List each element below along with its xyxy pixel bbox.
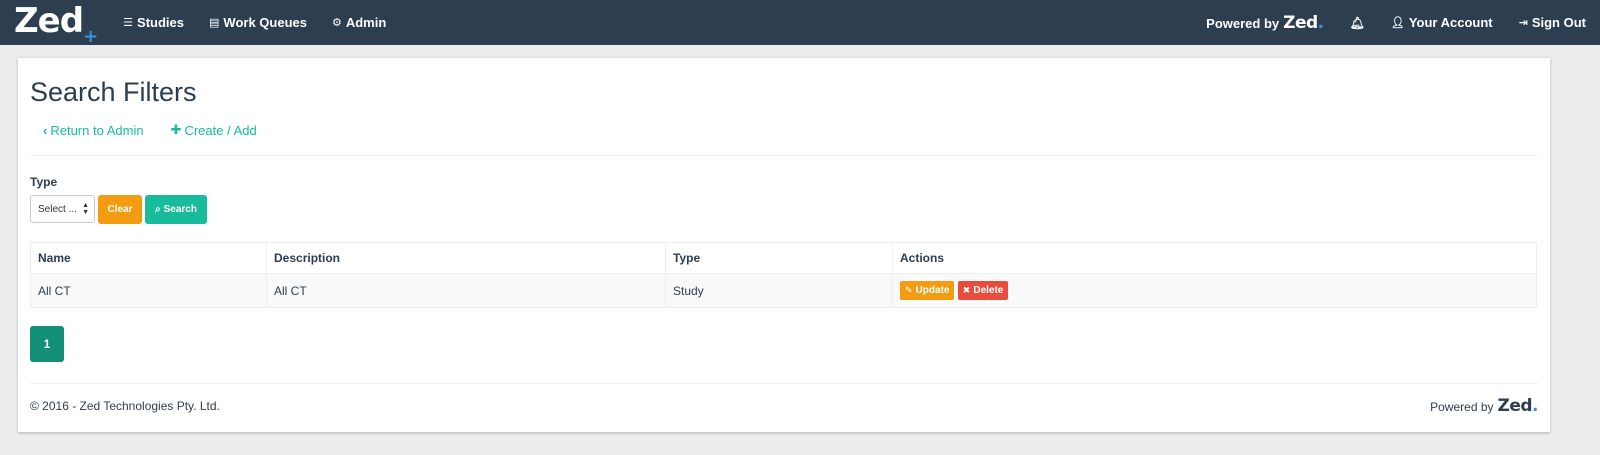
zed-logo[interactable]: Zed + [14,0,98,46]
create-link-label: Create / Add [184,122,257,138]
cell-description: All CT [266,273,666,308]
nav-studies-label: Studies [137,15,184,30]
top-navbar: Zed + ☰ Studies ▤ Work Queues ⚙ Admin Pow… [0,0,1600,45]
search-icon: ⌕ [155,204,161,215]
footer-powered-by: Powered by Zed. [1430,396,1538,416]
pencil-icon: ✎ [905,285,913,295]
footer-zed-brand: Zed [1497,396,1533,416]
nav-admin[interactable]: ⚙ Admin [332,15,386,30]
delete-button[interactable]: ✖ Delete [957,281,1009,300]
filter-bar: Select ... ▲ ▼ Clear ⌕ Search [30,195,1538,224]
pagination-page-1[interactable]: 1 [30,326,64,362]
type-select[interactable]: Select ... ▲ ▼ [30,195,95,223]
logo-plus: + [83,25,98,47]
select-arrows-icon: ▲ ▼ [82,202,89,216]
bell-icon: 🔔︎ [1349,15,1365,30]
nav-work-queues-label: Work Queues [223,15,307,30]
delete-label: Delete [973,285,1004,296]
plus-icon: ✚ [170,122,182,137]
table-header-row: Name Description Type Actions [30,242,1537,274]
col-actions-header: Actions [892,242,1537,274]
copyright-text: © 2016 - Zed Technologies Pty. Ltd. [30,399,220,413]
nav-signout-label: Sign Out [1531,15,1586,30]
type-select-value: Select ... [38,203,77,215]
logo-text: Zed [14,0,84,41]
footer: © 2016 - Zed Technologies Pty. Ltd. Powe… [30,384,1538,428]
col-description-header: Description [266,242,666,274]
powered-by-label: Powered by [1206,15,1280,31]
table-row: All CT All CT Study ✎ Update ✖ Delete [30,273,1537,308]
powered-by-brand: Zed [1283,12,1318,33]
search-button-label: Search [163,204,197,215]
nav-work-queues[interactable]: ▤ Work Queues [209,15,307,30]
footer-powered-label: Powered by [1430,400,1494,414]
search-button[interactable]: ⌕ Search [145,195,207,224]
col-type-header: Type [665,242,893,274]
col-name-header: Name [30,242,267,274]
user-icon: 👤︎ [1390,17,1405,29]
update-label: Update [915,285,950,296]
list-icon: ☰ [123,17,134,29]
return-link-label: Return to Admin [50,122,144,138]
cogs-icon: ⚙ [331,17,342,29]
create-add-link[interactable]: ✚ Create / Add [171,121,257,139]
chevron-left-icon: ‹ [43,122,48,138]
filters-table: Name Description Type Actions All CT All… [30,242,1537,308]
cell-type: Study [665,273,893,308]
notifications-bell[interactable]: 🔔︎ [1350,16,1365,30]
nav-sign-out[interactable]: ⇥ Sign Out [1519,15,1586,30]
main-panel: Search Filters ‹ Return to Admin ✚ Creat… [18,58,1550,432]
action-links: ‹ Return to Admin ✚ Create / Add [30,121,1538,139]
divider [30,155,1538,156]
return-to-admin-link[interactable]: ‹ Return to Admin [43,121,144,139]
update-button[interactable]: ✎ Update [900,281,955,300]
cell-name: All CT [30,273,267,308]
sign-out-icon: ⇥ [1518,17,1528,29]
nav-your-account[interactable]: 👤︎ Your Account [1391,15,1493,30]
powered-by-dot: . [1317,12,1324,33]
footer-zed-logo: Zed. [1498,396,1539,416]
clear-button[interactable]: Clear [98,195,142,224]
nav-admin-label: Admin [345,15,387,30]
powered-by-zed: Powered by Zed. [1206,13,1324,33]
close-icon: ✖ [962,285,971,295]
nav-studies[interactable]: ☰ Studies [123,15,184,30]
powered-by-logo: Zed. [1283,13,1324,33]
footer-zed-dot: . [1532,396,1538,416]
page-title: Search Filters [30,77,197,107]
table-icon: ▤ [209,17,220,29]
nav-account-label: Your Account [1408,15,1493,30]
cell-actions: ✎ Update ✖ Delete [892,273,1537,308]
type-filter-label: Type [30,175,58,189]
